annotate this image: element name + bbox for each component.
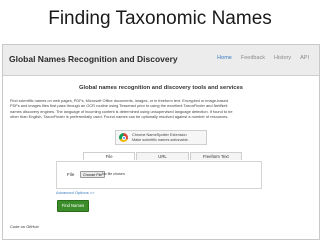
app-header: Global Names Recognition and Discovery H…	[3, 45, 319, 76]
advanced-options-link[interactable]: Advanced Options >>	[56, 190, 94, 195]
nav-feedback[interactable]: Feedback	[241, 55, 265, 61]
tab-url[interactable]: URL	[136, 152, 189, 160]
file-label: File	[67, 172, 75, 177]
nav-history[interactable]: History	[274, 55, 291, 61]
code-on-github-link[interactable]: Code on GitHub	[10, 224, 39, 229]
top-nav: Home Feedback History API	[217, 55, 309, 61]
app-title[interactable]: Global Names Recognition and Discovery	[9, 54, 178, 64]
page-subtitle: Global names recognition and discovery t…	[79, 85, 243, 91]
file-tab-panel: File Choose File No file chosen	[56, 161, 262, 189]
chrome-icon	[119, 133, 128, 142]
input-tabs: File URL Freeform Text	[83, 152, 243, 160]
tab-freeform-text[interactable]: Freeform Text	[189, 152, 242, 160]
screenshot-frame: Global Names Recognition and Discovery H…	[2, 44, 320, 240]
nav-api[interactable]: API	[300, 55, 309, 61]
description: Find scientific names on web pages, PDFs…	[10, 98, 310, 120]
extension-tagline: Make scientific names actionable.	[132, 138, 189, 142]
tab-file[interactable]: File	[83, 152, 136, 160]
find-names-button[interactable]: Find Names	[57, 200, 89, 212]
extension-title: Chrome NameSpotter Extension	[132, 133, 187, 137]
slide-title: Finding Taxonomic Names	[48, 8, 272, 29]
nav-home[interactable]: Home	[217, 55, 232, 61]
chrome-extension-badge[interactable]: Chrome NameSpotter Extension Make scient…	[115, 130, 207, 145]
description-line: other than English, TaxonFinder is prefe…	[10, 114, 229, 120]
no-file-text: No file chosen	[102, 172, 125, 176]
